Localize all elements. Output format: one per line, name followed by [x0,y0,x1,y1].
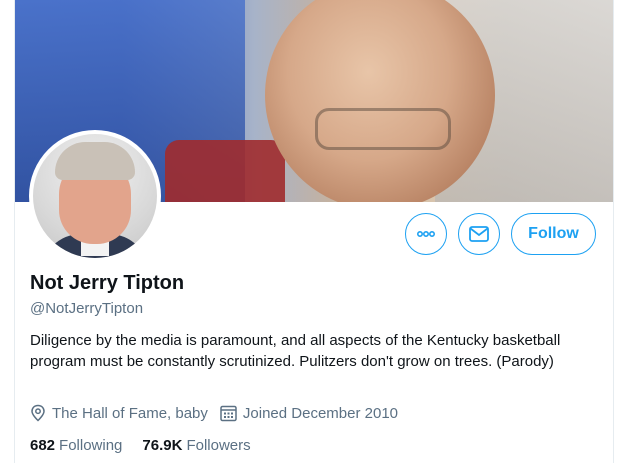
following-label: Following [59,437,123,454]
followers-count: 76.9K [142,437,183,454]
mail-icon [469,226,489,242]
followers-link[interactable]: 76.9K Followers [142,437,250,454]
profile-name: Not Jerry Tipton [30,272,185,294]
avatar-hair [55,142,135,180]
location-item: The Hall of Fame, baby [30,404,208,422]
calendar-icon [220,405,237,421]
joined-text: Joined December 2010 [242,404,399,422]
more-button[interactable] [405,213,447,255]
profile-stats: 682 Following 76.9K Followers [30,437,271,454]
more-icon [416,230,436,238]
banner-glasses-region [315,108,451,150]
location-icon [31,404,45,422]
message-button[interactable] [458,213,500,255]
joined-item: Joined December 2010 [220,405,398,422]
banner-head-region [265,0,495,202]
profile-bio: Diligence by the media is paramount, and… [30,332,561,370]
following-count: 682 [30,437,56,454]
following-link[interactable]: 682 Following [30,437,122,454]
followers-label: Followers [186,437,251,454]
avatar-photo [33,134,157,258]
follow-button[interactable]: Follow [511,213,596,255]
location-text: The Hall of Fame, baby [52,404,208,422]
profile-card: Follow Not Jerry Tipton @NotJerryTipton … [14,0,614,463]
avatar[interactable] [29,130,161,262]
profile-handle: @NotJerryTipton [30,300,144,317]
banner-jacket-region [165,140,285,202]
profile-meta: The Hall of Fame, baby Joined December 2… [30,404,410,422]
